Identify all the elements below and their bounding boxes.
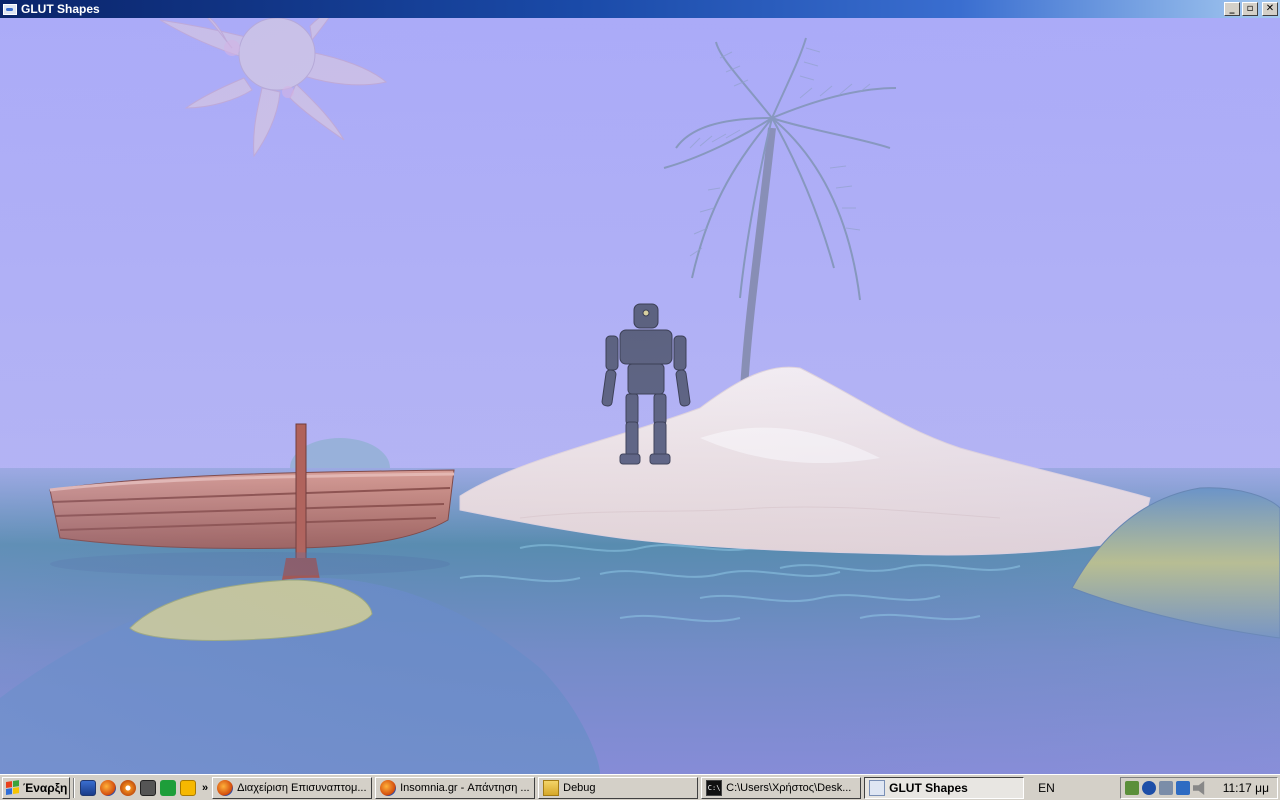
taskbar: Έναρξη » Διαχείριση Επισυναπτομ... Insom… xyxy=(0,774,1280,800)
windows-logo-icon xyxy=(6,779,20,796)
antivirus-icon[interactable] xyxy=(1125,781,1139,795)
show-desktop-icon[interactable] xyxy=(80,779,96,796)
task-button-debug[interactable]: Debug xyxy=(538,776,699,799)
folder-icon xyxy=(543,779,560,796)
task-button-cmd[interactable]: C:\ C:\Users\Χρήστος\Desk... xyxy=(701,776,862,799)
taskbar-separator xyxy=(73,777,75,798)
quick-launch-chevron[interactable]: » xyxy=(202,782,208,794)
device-icon[interactable] xyxy=(1159,781,1173,795)
glut-icon xyxy=(869,779,886,796)
system-tray: 11:17 μμ xyxy=(1120,777,1278,799)
window-controls: _ ▫ ✕ xyxy=(1224,2,1278,16)
app-icon[interactable] xyxy=(3,3,17,15)
quick-launch xyxy=(78,779,198,796)
start-button[interactable]: Έναρξη xyxy=(2,776,70,799)
media-player-icon[interactable] xyxy=(180,779,196,796)
task-list: Διαχείριση Επισυναπτομ... Insomnia.gr - … xyxy=(212,776,1025,799)
window-title-bar[interactable]: GLUT Shapes _ ▫ ✕ xyxy=(0,0,1280,18)
language-indicator[interactable]: EN xyxy=(1038,781,1055,795)
task-button-insomnia[interactable]: Insomnia.gr - Απάντηση ... xyxy=(375,776,536,799)
minimize-button[interactable]: _ xyxy=(1224,2,1240,16)
utorrent-icon[interactable] xyxy=(160,779,176,796)
media-icon[interactable] xyxy=(120,779,136,796)
start-label: Έναρξη xyxy=(23,780,68,795)
firefox-icon[interactable] xyxy=(100,779,116,796)
volume-icon[interactable] xyxy=(1193,781,1205,795)
task-button-glut-shapes[interactable]: GLUT Shapes xyxy=(864,776,1025,799)
network-icon[interactable] xyxy=(1176,781,1190,795)
firefox-icon xyxy=(380,779,397,796)
clock[interactable]: 11:17 μμ xyxy=(1223,781,1269,795)
close-button[interactable]: ✕ xyxy=(1262,2,1278,16)
bluetooth-icon[interactable] xyxy=(1142,781,1156,795)
window-title: GLUT Shapes xyxy=(21,2,100,16)
maximize-button[interactable]: ▫ xyxy=(1242,2,1258,16)
glut-render-viewport[interactable] xyxy=(0,18,1280,774)
firefox-icon xyxy=(217,779,234,796)
terminal-icon[interactable] xyxy=(140,779,156,796)
fog-overlay xyxy=(0,18,1280,774)
scene-canvas xyxy=(0,18,1280,774)
cmd-icon: C:\ xyxy=(706,779,723,796)
task-button-attachments[interactable]: Διαχείριση Επισυναπτομ... xyxy=(212,776,373,799)
